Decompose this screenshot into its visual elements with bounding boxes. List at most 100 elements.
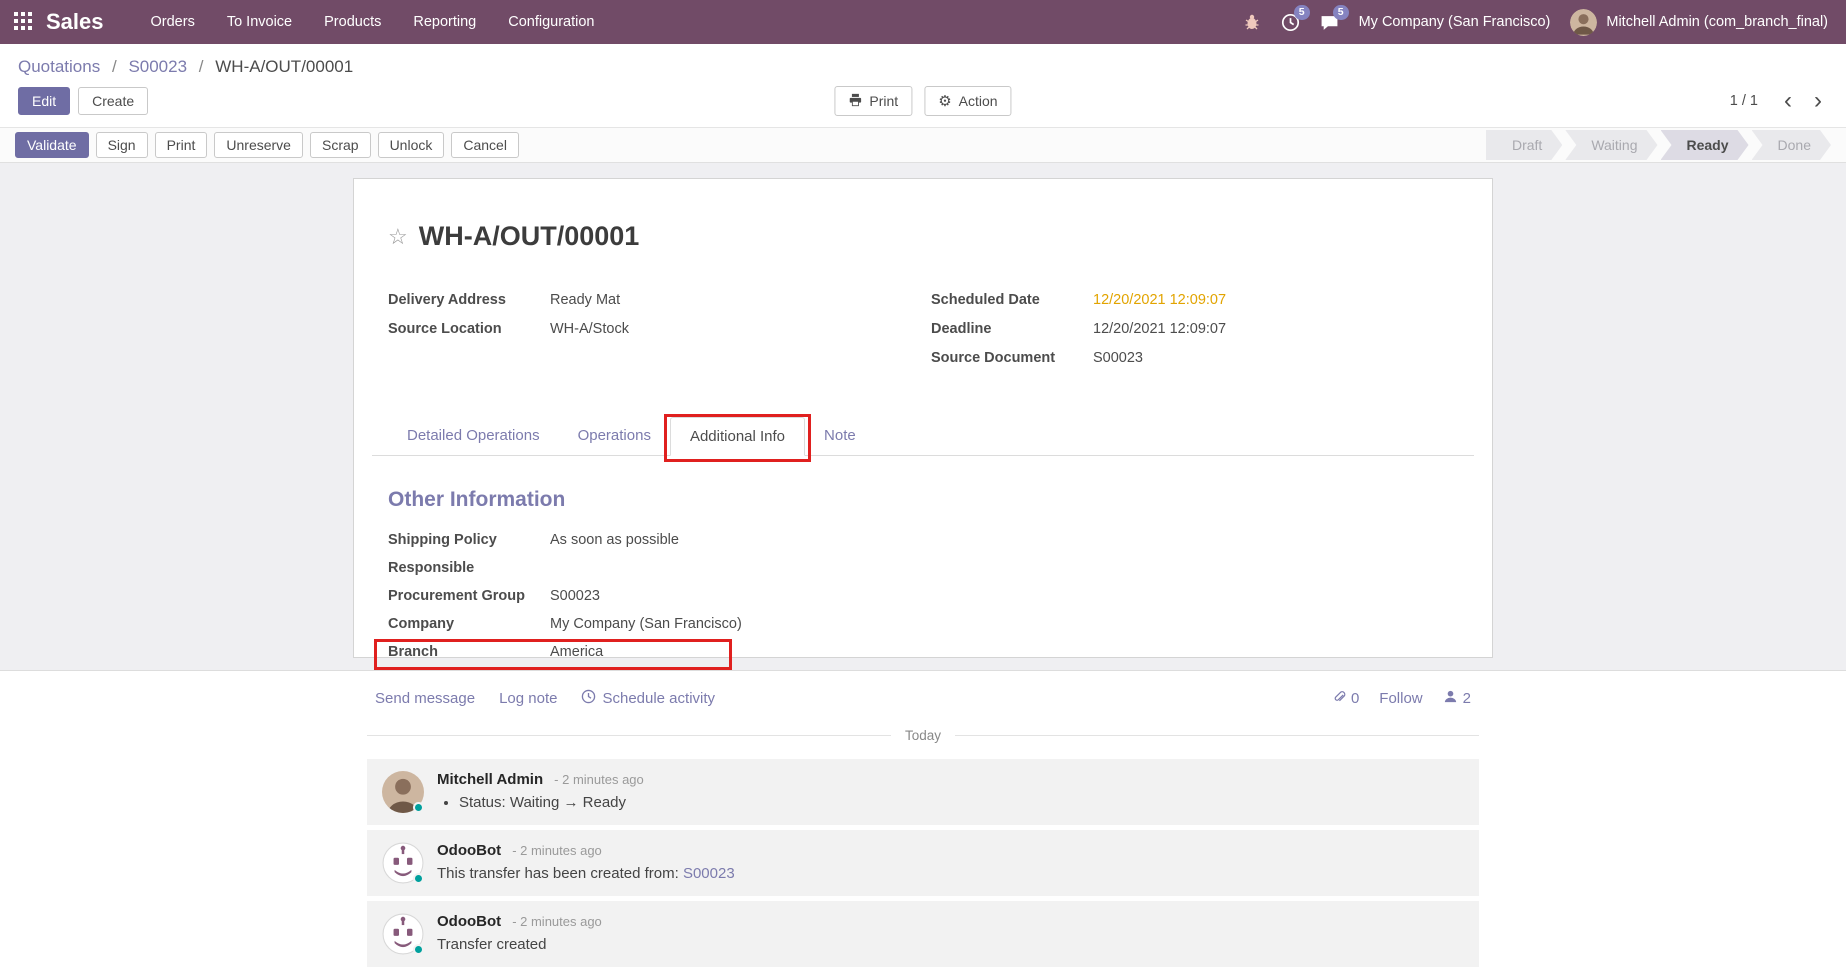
user-name: Mitchell Admin (com_branch_final) bbox=[1606, 14, 1828, 30]
messages-icon[interactable]: 5 bbox=[1320, 13, 1339, 32]
breadcrumb-s00023[interactable]: S00023 bbox=[128, 57, 187, 76]
field-branch: Branch America bbox=[388, 644, 1474, 663]
tab-additional-info[interactable]: Additional Info bbox=[670, 417, 805, 456]
shipping-policy-value: As soon as possible bbox=[550, 532, 679, 551]
message-time: - 2 minutes ago bbox=[512, 914, 602, 929]
followers-button[interactable]: 2 bbox=[1443, 689, 1471, 708]
attachments-button[interactable]: 0 bbox=[1332, 689, 1359, 708]
deadline-value: 12/20/2021 12:09:07 bbox=[1093, 321, 1226, 340]
message-item: OdooBot - 2 minutes ago This transfer ha… bbox=[367, 830, 1479, 896]
breadcrumb: Quotations / S00023 / WH-A/OUT/00001 bbox=[0, 44, 1846, 79]
tab-detailed-operations[interactable]: Detailed Operations bbox=[388, 417, 559, 455]
company-switcher[interactable]: My Company (San Francisco) bbox=[1359, 14, 1551, 30]
breadcrumb-separator: / bbox=[199, 57, 204, 76]
gear-icon: ⚙ bbox=[938, 92, 951, 110]
avatar-odoobot bbox=[382, 842, 424, 884]
menu-configuration[interactable]: Configuration bbox=[495, 7, 607, 37]
activities-badge: 5 bbox=[1294, 5, 1310, 21]
activities-icon[interactable]: 5 bbox=[1281, 13, 1300, 32]
pager-previous-icon[interactable]: ‹ bbox=[1778, 92, 1798, 110]
left-field-group: Delivery Address Ready Mat Source Locati… bbox=[388, 292, 931, 379]
field-responsible: Responsible bbox=[388, 560, 1474, 579]
edit-button[interactable]: Edit bbox=[18, 87, 70, 115]
user-menu[interactable]: Mitchell Admin (com_branch_final) bbox=[1570, 9, 1828, 36]
followers-count: 2 bbox=[1463, 690, 1471, 707]
procurement-group-value[interactable]: S00023 bbox=[550, 588, 600, 607]
scrap-button[interactable]: Scrap bbox=[310, 132, 371, 158]
cancel-button[interactable]: Cancel bbox=[451, 132, 519, 158]
follow-button[interactable]: Follow bbox=[1379, 690, 1422, 707]
user-avatar bbox=[1570, 9, 1597, 36]
field-label: Source Location bbox=[388, 321, 550, 340]
message-author[interactable]: OdooBot bbox=[437, 842, 501, 859]
field-source-document: Source Document S00023 bbox=[931, 350, 1474, 369]
source-document-value: S00023 bbox=[1093, 350, 1143, 369]
field-deadline: Deadline 12/20/2021 12:09:07 bbox=[931, 321, 1474, 340]
print-button[interactable]: Print bbox=[834, 86, 912, 116]
stage-draft[interactable]: Draft bbox=[1486, 130, 1562, 160]
field-label: Deadline bbox=[931, 321, 1093, 340]
apps-menu-icon[interactable] bbox=[14, 12, 34, 32]
tab-note[interactable]: Note bbox=[805, 417, 875, 455]
action-button[interactable]: ⚙ Action bbox=[924, 86, 1011, 116]
menu-orders[interactable]: Orders bbox=[138, 7, 208, 37]
branch-value[interactable]: America bbox=[550, 644, 603, 663]
scheduled-date-value: 12/20/2021 12:09:07 bbox=[1093, 292, 1226, 311]
print-statusbar-button[interactable]: Print bbox=[155, 132, 208, 158]
log-note-button[interactable]: Log note bbox=[499, 690, 557, 707]
delivery-address-value[interactable]: Ready Mat bbox=[550, 292, 620, 311]
unreserve-button[interactable]: Unreserve bbox=[214, 132, 303, 158]
printer-icon bbox=[848, 93, 862, 110]
debug-icon[interactable] bbox=[1243, 13, 1261, 31]
attachments-count: 0 bbox=[1351, 690, 1359, 707]
message-item: Mitchell Admin - 2 minutes ago Status: W… bbox=[367, 759, 1479, 825]
field-procurement-group: Procurement Group S00023 bbox=[388, 588, 1474, 607]
message-author[interactable]: Mitchell Admin bbox=[437, 771, 543, 788]
send-message-button[interactable]: Send message bbox=[375, 690, 475, 707]
favorite-star-icon[interactable]: ☆ bbox=[388, 226, 408, 248]
field-label: Branch bbox=[388, 644, 550, 663]
tab-operations[interactable]: Operations bbox=[559, 417, 670, 455]
message-record-link[interactable]: S00023 bbox=[683, 865, 735, 882]
pager-next-icon[interactable]: › bbox=[1808, 92, 1828, 110]
control-panel: Edit Create Print ⚙ Action 1 / 1 ‹ › bbox=[0, 79, 1846, 127]
top-navbar: Sales Orders To Invoice Products Reporti… bbox=[0, 0, 1846, 44]
stage-ready[interactable]: Ready bbox=[1661, 130, 1749, 160]
stage-done[interactable]: Done bbox=[1752, 130, 1831, 160]
avatar-odoobot bbox=[382, 913, 424, 955]
menu-to-invoice[interactable]: To Invoice bbox=[214, 7, 305, 37]
stage-waiting[interactable]: Waiting bbox=[1565, 130, 1657, 160]
paperclip-icon bbox=[1332, 689, 1346, 708]
breadcrumb-quotations[interactable]: Quotations bbox=[18, 57, 100, 76]
company-value[interactable]: My Company (San Francisco) bbox=[550, 616, 742, 635]
breadcrumb-separator: / bbox=[112, 57, 117, 76]
breadcrumb-current: WH-A/OUT/00001 bbox=[215, 57, 353, 76]
message-body: Status: Waiting → Ready bbox=[459, 794, 644, 811]
statusbar: Validate Sign Print Unreserve Scrap Unlo… bbox=[0, 127, 1846, 163]
schedule-activity-button[interactable]: Schedule activity bbox=[581, 689, 715, 708]
form-view: ☆ WH-A/OUT/00001 Delivery Address Ready … bbox=[0, 163, 1846, 670]
create-button[interactable]: Create bbox=[78, 87, 148, 115]
clock-icon bbox=[581, 689, 596, 708]
field-label: Procurement Group bbox=[388, 588, 550, 607]
field-label: Responsible bbox=[388, 560, 550, 579]
online-dot bbox=[413, 873, 424, 884]
pager-value: 1 / 1 bbox=[1730, 93, 1758, 109]
validate-button[interactable]: Validate bbox=[15, 132, 89, 158]
app-name[interactable]: Sales bbox=[46, 9, 104, 35]
followers-icon bbox=[1443, 689, 1458, 708]
online-dot bbox=[413, 802, 424, 813]
notebook-tabs: Detailed Operations Operations Additiona… bbox=[372, 417, 1474, 456]
message-author[interactable]: OdooBot bbox=[437, 913, 501, 930]
message-body: Transfer created bbox=[437, 936, 602, 953]
menu-reporting[interactable]: Reporting bbox=[400, 7, 489, 37]
source-location-value[interactable]: WH-A/Stock bbox=[550, 321, 629, 340]
section-other-information: Other Information bbox=[372, 488, 1474, 512]
field-label: Scheduled Date bbox=[931, 292, 1093, 311]
record-title: WH-A/OUT/00001 bbox=[419, 221, 640, 252]
sign-button[interactable]: Sign bbox=[96, 132, 148, 158]
online-dot bbox=[413, 944, 424, 955]
field-label: Company bbox=[388, 616, 550, 635]
menu-products[interactable]: Products bbox=[311, 7, 394, 37]
unlock-button[interactable]: Unlock bbox=[378, 132, 445, 158]
